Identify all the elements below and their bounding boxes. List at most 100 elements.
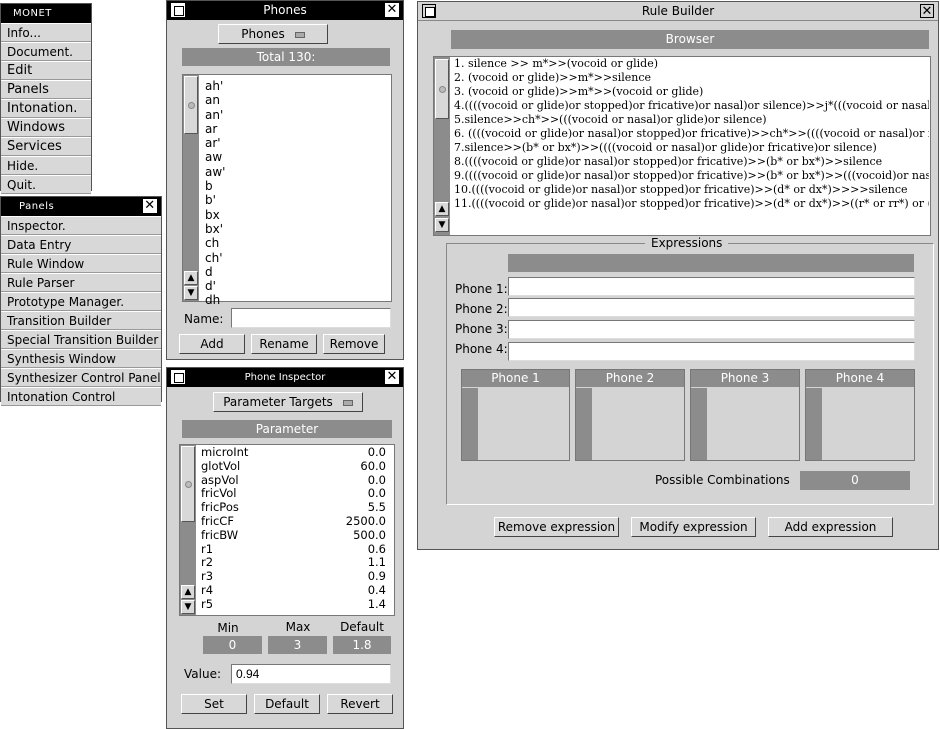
down-arrow-icon[interactable]: ▼: [181, 600, 195, 614]
menu-item-panels[interactable]: Panels: [1, 80, 91, 99]
list-item[interactable]: ar': [205, 136, 389, 150]
parameter-scrollbar[interactable]: ▲ ▼: [180, 445, 196, 615]
phone-2-field[interactable]: [508, 298, 915, 317]
panels-item-prototype-manager[interactable]: Prototype Manager.: [1, 292, 161, 311]
scroll-knob[interactable]: [435, 59, 449, 119]
rule-row[interactable]: 6. ((((vocoid or glide)or nasal)or stopp…: [454, 127, 929, 141]
list-item[interactable]: bx': [205, 222, 389, 236]
value-field[interactable]: [231, 664, 391, 684]
menu-item-intonation[interactable]: Intonation.: [1, 99, 91, 118]
rules-scrollbar[interactable]: ▲ ▼: [434, 57, 450, 235]
parameter-row[interactable]: r5 1.4: [201, 597, 392, 612]
modify-expression-button[interactable]: Modify expression: [631, 517, 756, 537]
down-arrow-icon[interactable]: ▼: [184, 286, 198, 300]
parameter-row[interactable]: fricVol 0.0: [201, 486, 392, 501]
phone-4-field[interactable]: [508, 342, 915, 361]
list-item[interactable]: bx: [205, 208, 389, 222]
parameter-row[interactable]: aspVol 0.0: [201, 473, 392, 488]
menu-item-edit[interactable]: Edit: [1, 61, 91, 80]
list-item[interactable]: an: [205, 93, 389, 107]
list-item[interactable]: dh: [205, 293, 389, 307]
rule-row[interactable]: 8.((((vocoid or glide)or nasal)or stoppe…: [454, 155, 929, 169]
name-field[interactable]: [231, 308, 391, 328]
phones-titlebar[interactable]: Phones ✕: [167, 1, 403, 20]
miniaturize-icon[interactable]: [422, 4, 436, 18]
close-icon[interactable]: ✕: [385, 370, 399, 384]
up-arrow-icon[interactable]: ▲: [435, 202, 449, 216]
parameter-row[interactable]: fricCF 2500.0: [201, 514, 392, 529]
menu-item-hide[interactable]: Hide.: [1, 156, 91, 175]
phones-popup[interactable]: Phones: [218, 24, 328, 44]
rule-row[interactable]: 5.silence>>ch*>>(((vocoid or nasal)or gl…: [454, 113, 929, 127]
list-item[interactable]: ar: [205, 122, 389, 136]
panels-item-special-transition-builder[interactable]: Special Transition Builder: [1, 330, 161, 349]
rename-button[interactable]: Rename: [251, 334, 317, 354]
panels-item-transition-builder[interactable]: Transition Builder: [1, 311, 161, 330]
rule-builder-titlebar[interactable]: Rule Builder ✕: [418, 2, 938, 21]
list-item[interactable]: d': [205, 279, 389, 293]
phone-1-field[interactable]: [508, 277, 915, 296]
parameter-row[interactable]: glotVol 60.0: [201, 459, 392, 474]
close-icon[interactable]: ✕: [385, 3, 399, 17]
parameter-row[interactable]: r3 0.9: [201, 569, 392, 584]
panels-item-rule-window[interactable]: Rule Window: [1, 254, 161, 273]
scroll-knob[interactable]: [184, 76, 198, 134]
menu-item-windows[interactable]: Windows: [1, 118, 91, 137]
list-item[interactable]: ch: [205, 236, 389, 250]
panels-item-rule-parser[interactable]: Rule Parser: [1, 273, 161, 292]
panels-item-intonation-control[interactable]: Intonation Control: [1, 387, 161, 406]
scroll-knob[interactable]: [181, 446, 195, 522]
inspector-popup[interactable]: Parameter Targets: [213, 392, 363, 412]
close-icon[interactable]: ✕: [143, 199, 157, 213]
remove-button[interactable]: Remove: [323, 334, 385, 354]
phone-inspector-titlebar[interactable]: Phone Inspector ✕: [167, 368, 403, 387]
down-arrow-icon[interactable]: ▼: [435, 218, 449, 232]
add-expression-button[interactable]: Add expression: [768, 517, 893, 537]
close-icon[interactable]: ✕: [920, 4, 934, 18]
column-scrollbar[interactable]: [576, 388, 592, 460]
list-item[interactable]: ah': [205, 79, 389, 93]
phones-scrollbar[interactable]: ▲ ▼: [183, 75, 199, 301]
rule-row[interactable]: 3. (vocoid or glide)>>m*>>(vocoid or gli…: [454, 85, 929, 99]
miniaturize-icon[interactable]: [171, 3, 185, 17]
menu-item-info[interactable]: Info...: [1, 23, 91, 42]
column-scrollbar[interactable]: [462, 388, 478, 460]
add-button[interactable]: Add: [179, 334, 245, 354]
rule-row[interactable]: 1. silence >> m*>>(vocoid or glide): [454, 57, 929, 71]
panels-item-data-entry[interactable]: Data Entry: [1, 235, 161, 254]
list-item[interactable]: b': [205, 193, 389, 207]
list-item[interactable]: an': [205, 108, 389, 122]
parameter-row[interactable]: r1 0.6: [201, 542, 392, 557]
list-item[interactable]: aw': [205, 165, 389, 179]
parameter-row[interactable]: r4 0.4: [201, 583, 392, 598]
menu-item-quit[interactable]: Quit.: [1, 175, 91, 194]
up-arrow-icon[interactable]: ▲: [184, 271, 198, 285]
phone-3-field[interactable]: [508, 320, 915, 339]
rule-row[interactable]: 9.((((vocoid or glide)or nasal)or stoppe…: [454, 169, 929, 183]
list-item[interactable]: aw: [205, 150, 389, 164]
column-scrollbar[interactable]: [691, 388, 707, 460]
list-item[interactable]: ch': [205, 251, 389, 265]
panels-item-synthesis-window[interactable]: Synthesis Window: [1, 349, 161, 368]
rule-row[interactable]: 2. (vocoid or glide)>>m*>>silence: [454, 71, 929, 85]
up-arrow-icon[interactable]: ▲: [181, 585, 195, 599]
rule-row[interactable]: 11.((((vocoid or glide)or nasal)or stopp…: [454, 197, 929, 211]
miniaturize-icon[interactable]: [171, 370, 185, 384]
list-item[interactable]: d: [205, 265, 389, 279]
rule-row[interactable]: 7.silence>>(b* or bx*)>>((((vocoid or na…: [454, 141, 929, 155]
remove-expression-button[interactable]: Remove expression: [494, 517, 619, 537]
rule-row[interactable]: 4.((((vocoid or glide)or stopped)or fric…: [454, 99, 929, 113]
panels-item-inspector[interactable]: Inspector.: [1, 216, 161, 235]
default-button[interactable]: Default: [254, 694, 320, 714]
set-button[interactable]: Set: [181, 694, 247, 714]
parameter-row[interactable]: fricBW 500.0: [201, 528, 392, 543]
rule-row[interactable]: 10.((((vocoid or glide)or nasal)or stopp…: [454, 183, 929, 197]
panels-item-synthesizer-control-panel[interactable]: Synthesizer Control Panel: [1, 368, 161, 387]
column-scrollbar[interactable]: [806, 388, 822, 460]
revert-button[interactable]: Revert: [327, 694, 393, 714]
menu-item-document[interactable]: Document.: [1, 42, 91, 61]
menu-item-services[interactable]: Services: [1, 137, 91, 156]
parameter-row[interactable]: r2 1.1: [201, 555, 392, 570]
list-item[interactable]: b: [205, 179, 389, 193]
parameter-row[interactable]: fricPos 5.5: [201, 500, 392, 515]
